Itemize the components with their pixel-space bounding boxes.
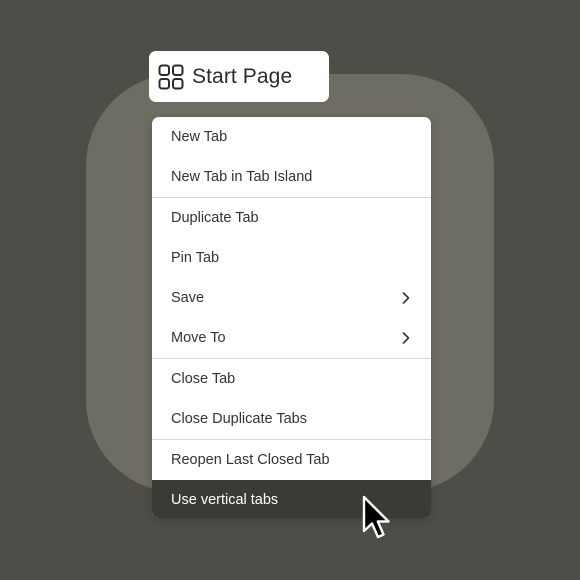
- menu-item-save[interactable]: Save: [152, 278, 431, 318]
- menu-item-new-tab[interactable]: New Tab: [152, 117, 431, 157]
- menu-item-duplicate-tab[interactable]: Duplicate Tab: [152, 198, 431, 238]
- menu-item-pin-tab[interactable]: Pin Tab: [152, 238, 431, 278]
- grid-icon: [158, 64, 184, 90]
- chevron-right-icon: [401, 331, 411, 345]
- menu-item-label: New Tab in Tab Island: [171, 169, 313, 185]
- menu-item-move-to[interactable]: Move To: [152, 318, 431, 358]
- menu-item-label: Save: [171, 290, 205, 306]
- menu-item-close-tab[interactable]: Close Tab: [152, 359, 431, 399]
- tab-title: Start Page: [192, 64, 293, 88]
- menu-item-label: Pin Tab: [171, 250, 220, 266]
- chevron-right-icon: [401, 291, 411, 305]
- mouse-pointer-icon: [362, 495, 396, 545]
- menu-item-label: Reopen Last Closed Tab: [171, 452, 330, 468]
- tab-context-menu: New Tab New Tab in Tab Island Duplicate …: [152, 117, 431, 518]
- start-page-tab[interactable]: Start Page: [149, 51, 329, 102]
- menu-item-label: Close Tab: [171, 371, 236, 387]
- menu-item-reopen-last-closed-tab[interactable]: Reopen Last Closed Tab: [152, 440, 431, 480]
- menu-item-close-duplicate-tabs[interactable]: Close Duplicate Tabs: [152, 399, 431, 439]
- menu-item-label: Duplicate Tab: [171, 210, 259, 226]
- menu-item-new-tab-in-tab-island[interactable]: New Tab in Tab Island: [152, 157, 431, 197]
- menu-item-label: Move To: [171, 330, 226, 346]
- menu-item-label: New Tab: [171, 129, 228, 145]
- menu-item-label: Close Duplicate Tabs: [171, 411, 307, 427]
